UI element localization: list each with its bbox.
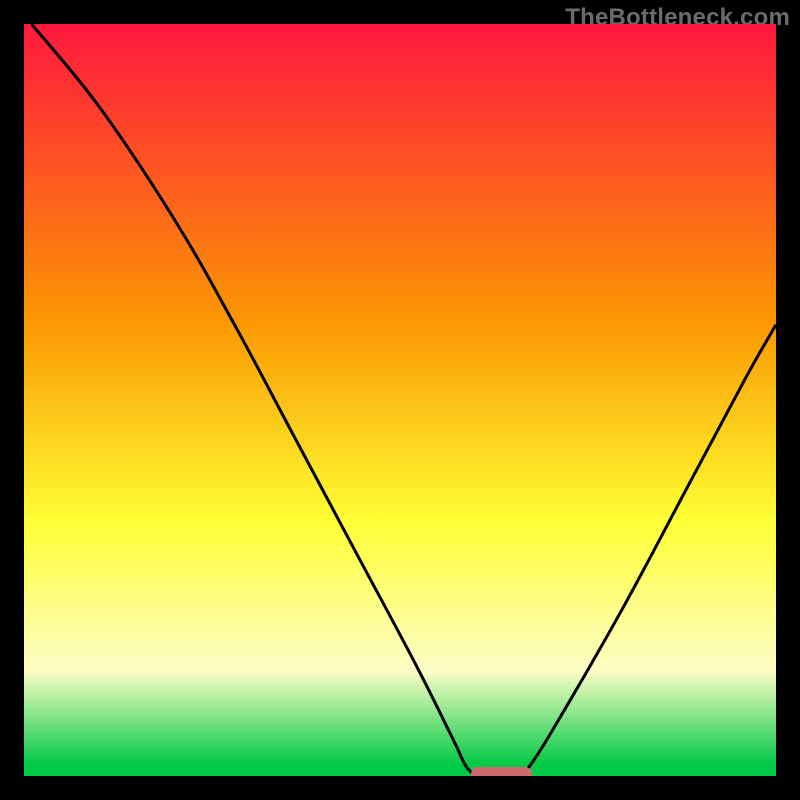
chart-stage: TheBottleneck.com [0,0,800,800]
plot-area [24,24,776,776]
optimal-range-marker [471,767,531,776]
bottleneck-chart [24,24,776,776]
gradient-background [24,24,776,776]
